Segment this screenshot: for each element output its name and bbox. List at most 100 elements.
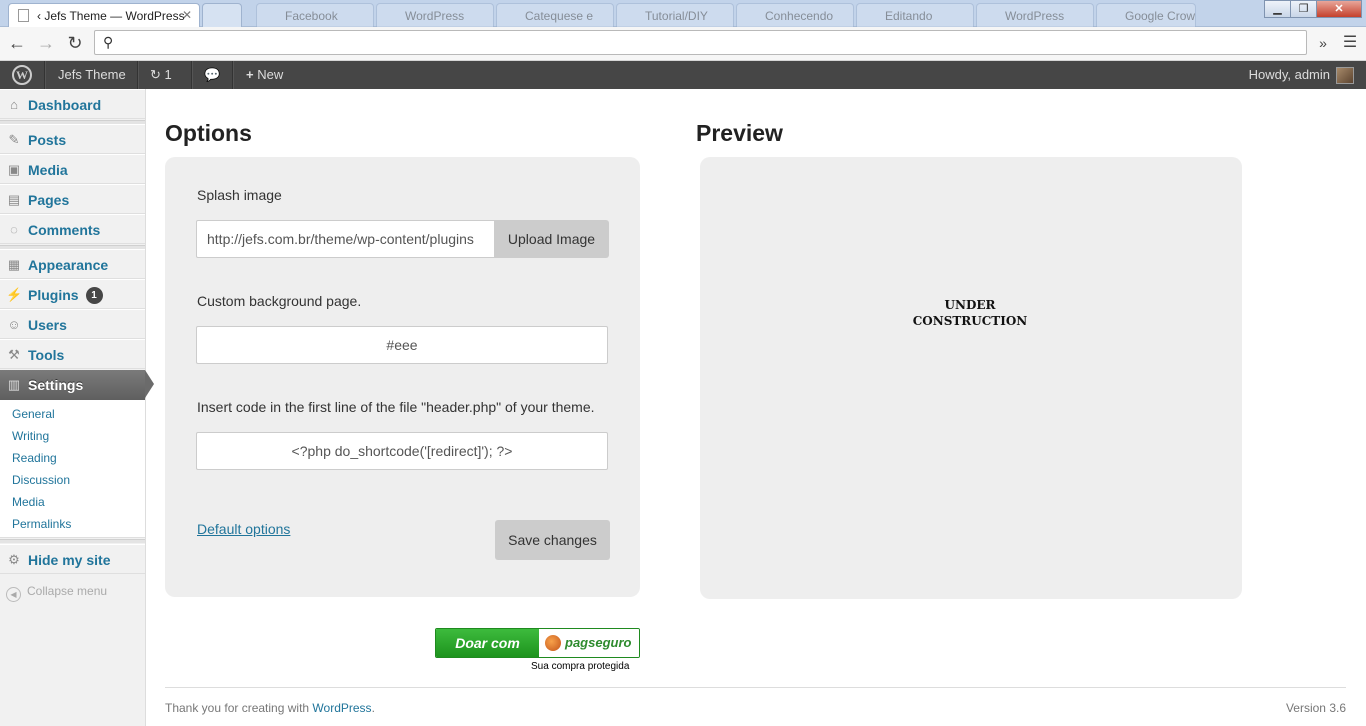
code-instruction-label: Insert code in the first line of the fil… <box>197 399 595 415</box>
new-label: New <box>257 67 284 82</box>
submenu-item-discussion[interactable]: Discussion <box>12 473 70 487</box>
footer-credit: Thank you for creating with WordPress. <box>165 701 375 715</box>
admin-bar: W Jefs Theme ↻ 1 💬 + New Howdy, admin <box>0 61 1366 89</box>
maximize-icon[interactable]: ❐ <box>1290 0 1317 18</box>
version-text: Version 3.6 <box>1285 701 1346 715</box>
submenu-item-permalinks[interactable]: Permalinks <box>12 517 71 531</box>
minimize-icon[interactable]: ▁ <box>1264 0 1291 18</box>
browser-tab[interactable]: Google Crow <box>1096 3 1196 27</box>
save-changes-button[interactable]: Save changes <box>495 520 610 560</box>
sidebar-item-appearance[interactable]: ▦ Appearance <box>0 249 145 279</box>
sidebar-item-label: Posts <box>28 132 67 148</box>
footer-text: Thank you for creating with <box>165 701 310 715</box>
sidebar-item-label: Comments <box>28 222 101 238</box>
reload-icon[interactable]: ↻ <box>64 32 86 54</box>
pagseguro-donate-button[interactable]: Doar com pagseguro <box>435 628 640 658</box>
separator <box>232 61 233 89</box>
dashboard-icon: ⌂ <box>10 97 18 112</box>
close-tab-icon[interactable]: ✕ <box>182 8 192 22</box>
preview-panel: UNDER CONSTRUCTION <box>700 157 1242 599</box>
wordpress-logo-icon[interactable]: W <box>12 65 32 85</box>
search-icon: ⚲ <box>103 34 114 50</box>
new-tab-button[interactable] <box>202 3 242 27</box>
window-controls: ▁ ❐ ✕ <box>1264 0 1362 18</box>
tab-title: WordPress <box>1005 9 1065 23</box>
sidebar-item-tools[interactable]: ⚒ Tools <box>0 339 145 369</box>
options-heading: Options <box>165 120 252 146</box>
sidebar-item-label: Tools <box>28 347 65 363</box>
plus-icon: + <box>246 67 254 82</box>
comment-icon: 💬 <box>204 67 221 82</box>
tab-title: Google Crow <box>1125 9 1196 23</box>
wordpress-link[interactable]: WordPress <box>312 701 371 715</box>
submenu-item-general[interactable]: General <box>12 407 55 421</box>
collapse-menu-button[interactable]: ◀ Collapse menu <box>6 584 107 602</box>
submenu-item-reading[interactable]: Reading <box>12 451 57 465</box>
splash-image-label: Splash image <box>197 187 282 203</box>
browser-tab[interactable]: Facebook <box>256 3 374 27</box>
sidebar-item-plugins[interactable]: ⚡ Plugins 1 <box>0 279 145 309</box>
plugins-label: Plugins <box>28 287 79 303</box>
background-color-input[interactable]: #eee <box>196 326 608 364</box>
shortcode-input[interactable]: <?php do_shortcode('[redirect]'); ?> <box>196 432 608 470</box>
tab-title: ‹ Jefs Theme — WordPress <box>37 9 185 23</box>
plug-icon: ⚡ <box>6 287 23 302</box>
tab-title: Facebook <box>285 9 338 23</box>
back-icon[interactable]: ← <box>6 32 28 54</box>
browser-tab[interactable]: Tutorial/DIY <box>616 3 734 27</box>
separator <box>137 61 138 89</box>
tab-title: Tutorial/DIY <box>645 9 708 23</box>
sidebar-item-label: Appearance <box>28 257 109 273</box>
preview-line-1: UNDER <box>944 298 996 312</box>
sidebar-item-settings[interactable]: ▥ Settings <box>0 370 145 400</box>
sidebar-item-users[interactable]: ☺ Users <box>0 309 145 339</box>
browser-tab[interactable]: Editando <box>856 3 974 27</box>
sidebar-item-dashboard[interactable]: ⌂ Dashboard <box>0 89 145 119</box>
upload-image-button[interactable]: Upload Image <box>494 220 609 258</box>
avatar[interactable] <box>1336 67 1354 84</box>
page-icon <box>18 9 29 22</box>
footer-dot: . <box>371 701 375 715</box>
sidebar-item-comments[interactable]: ◌ Comments <box>0 214 145 244</box>
under-construction-text: UNDER CONSTRUCTION <box>900 297 1040 329</box>
menu-icon[interactable]: ☰ <box>1339 32 1361 54</box>
new-content-link[interactable]: + New <box>246 61 283 89</box>
bookmarks-overflow-icon[interactable]: » <box>1312 32 1334 54</box>
settings-icon: ▥ <box>7 377 21 392</box>
tab-title: Catequese e <box>525 9 594 23</box>
sidebar-item-media[interactable]: ▣ Media <box>0 154 145 184</box>
tools-icon: ⚒ <box>8 347 20 362</box>
donate-subtitle: Sua compra protegida <box>531 661 630 672</box>
browser-tab-active[interactable]: ‹ Jefs Theme — WordPress ✕ <box>8 3 200 27</box>
tab-title: WordPress <box>405 9 465 23</box>
default-options-link[interactable]: Default options <box>197 521 290 537</box>
address-bar[interactable]: ⚲ <box>94 30 1307 55</box>
sidebar-item-label: Settings <box>28 377 84 393</box>
pin-icon: ✎ <box>8 132 20 147</box>
browser-tab[interactable]: WordPress <box>376 3 494 27</box>
sidebar-item-pages[interactable]: ▤ Pages <box>0 184 145 214</box>
comments-link[interactable]: 💬 <box>204 61 220 89</box>
appearance-icon: ▦ <box>7 257 21 272</box>
tab-title: Conhecendo <box>765 9 834 23</box>
submenu-item-media[interactable]: Media <box>12 495 45 509</box>
browser-tab[interactable]: Catequese e <box>496 3 614 27</box>
browser-tab[interactable]: WordPress <box>976 3 1094 27</box>
submenu-item-writing[interactable]: Writing <box>12 429 49 443</box>
media-icon: ▣ <box>7 162 21 177</box>
sidebar-item-hide-my-site[interactable]: ⚙ Hide my site <box>0 544 145 574</box>
browser-toolbar: ← → ↻ ⚲ » ☰ <box>0 27 1366 61</box>
forward-icon[interactable]: → <box>35 32 57 54</box>
site-name-link[interactable]: Jefs Theme <box>58 61 126 89</box>
account-link[interactable]: Howdy, admin <box>1249 61 1330 89</box>
pagseguro-logo: pagseguro <box>539 629 639 657</box>
close-window-icon[interactable]: ✕ <box>1316 0 1362 18</box>
menu-separator <box>0 539 145 543</box>
splash-image-input[interactable]: http://jefs.com.br/theme/wp-content/plug… <box>196 220 496 258</box>
separator <box>44 61 45 89</box>
browser-tab[interactable]: Conhecendo <box>736 3 854 27</box>
sidebar-item-posts[interactable]: ✎ Posts <box>0 124 145 154</box>
updates-link[interactable]: ↻ 1 <box>150 61 172 89</box>
users-icon: ☺ <box>7 317 21 332</box>
sidebar-item-label: Pages <box>28 192 70 208</box>
